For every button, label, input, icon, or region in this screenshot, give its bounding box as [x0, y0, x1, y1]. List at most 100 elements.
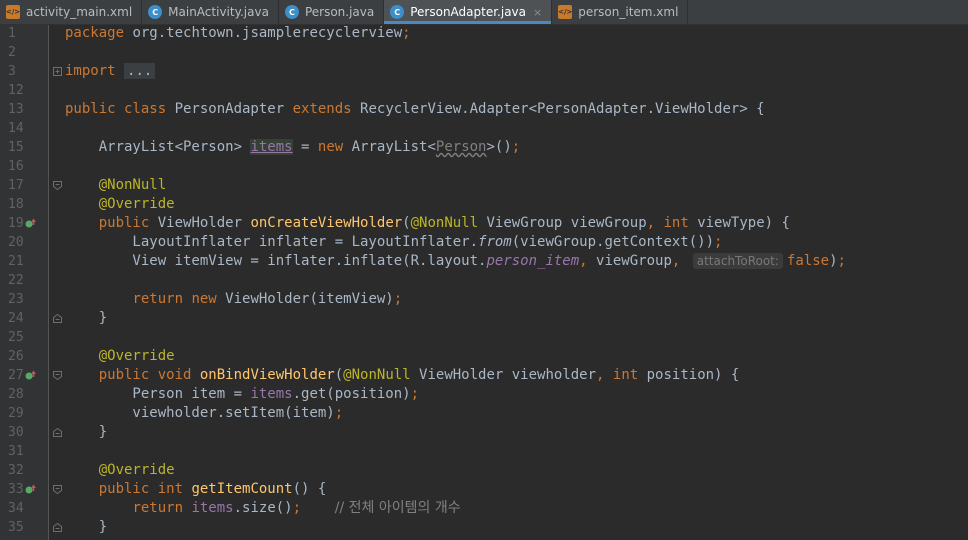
line-number[interactable]: 29 — [8, 404, 24, 423]
code-line[interactable]: 15 ArrayList<Person> items = new ArrayLi… — [0, 138, 968, 157]
code-text[interactable]: Person item = items.get(position); — [65, 385, 419, 404]
code-line[interactable]: 29 viewholder.setItem(item); — [0, 404, 968, 423]
line-number[interactable]: 33 — [8, 480, 24, 499]
line-number[interactable]: 26 — [8, 347, 24, 366]
code-line[interactable]: 34 return items.size(); // 전체 아이템의 개수 — [0, 499, 968, 518]
code-text[interactable]: public int getItemCount() { — [65, 480, 327, 499]
line-number[interactable]: 35 — [8, 518, 24, 537]
code-text[interactable]: @Override — [65, 195, 175, 214]
code-text[interactable]: } — [65, 518, 107, 537]
line-number[interactable]: 2 — [8, 43, 16, 62]
code-text[interactable]: ArrayList<Person> items = new ArrayList<… — [65, 138, 520, 157]
code-line[interactable]: 19 public ViewHolder onCreateViewHolder(… — [0, 214, 968, 233]
code-line[interactable]: 33 public int getItemCount() { — [0, 480, 968, 499]
line-number[interactable]: 22 — [8, 271, 24, 290]
code-line[interactable]: 2 — [0, 43, 968, 62]
tab-4[interactable]: </> person_item.xml — [552, 0, 689, 24]
code-text[interactable]: @NonNull — [65, 176, 166, 195]
code-token: , int — [646, 215, 698, 231]
code-line[interactable]: 3 import ... — [0, 62, 968, 81]
java-class-icon: C — [284, 5, 299, 19]
fold-collapse-icon[interactable] — [53, 485, 62, 494]
line-number[interactable]: 30 — [8, 423, 24, 442]
code-line[interactable]: 22 — [0, 271, 968, 290]
code-line[interactable]: 21 View itemView = inflater.inflate(R.la… — [0, 252, 968, 271]
line-number[interactable]: 23 — [8, 290, 24, 309]
line-number[interactable]: 14 — [8, 119, 24, 138]
line-number[interactable]: 16 — [8, 157, 24, 176]
tab-0[interactable]: </> activity_main.xml — [0, 0, 143, 24]
code-line[interactable]: 16 — [0, 157, 968, 176]
code-line[interactable]: 24 } — [0, 309, 968, 328]
line-number[interactable]: 25 — [8, 328, 24, 347]
fold-collapse-icon[interactable] — [53, 523, 62, 532]
code-line[interactable]: 14 — [0, 119, 968, 138]
code-text[interactable]: @Override — [65, 461, 175, 480]
line-number[interactable]: 24 — [8, 309, 24, 328]
code-text[interactable]: public void onBindViewHolder(@NonNull Vi… — [65, 366, 740, 385]
code-line[interactable]: 1 package org.techtown.jsamplerecyclervie… — [0, 24, 968, 43]
code-token: onBindViewHolder — [199, 367, 335, 383]
code-line[interactable]: 30 } — [0, 423, 968, 442]
fold-collapse-icon[interactable] — [53, 428, 62, 437]
code-line[interactable]: 25 — [0, 328, 968, 347]
fold-expand-icon[interactable] — [53, 67, 62, 76]
code-token: ( — [334, 367, 344, 383]
line-number[interactable]: 12 — [8, 81, 24, 100]
code-line[interactable]: 28 Person item = items.get(position); — [0, 385, 968, 404]
line-number[interactable]: 21 — [8, 252, 24, 271]
code-text[interactable]: package org.techtown.jsamplerecyclerview… — [65, 24, 411, 43]
code-text[interactable]: LayoutInflater inflater = LayoutInflater… — [65, 233, 722, 252]
code-line[interactable]: 35 } — [0, 518, 968, 537]
code-line[interactable]: 27 public void onBindViewHolder(@NonNull… — [0, 366, 968, 385]
code-token: @Override — [98, 348, 175, 364]
override-marker-icon[interactable] — [25, 484, 36, 495]
tab-label: Person.java — [304, 5, 375, 19]
line-number[interactable]: 34 — [8, 499, 24, 518]
line-number[interactable]: 3 — [8, 62, 16, 81]
line-number[interactable]: 20 — [8, 233, 24, 252]
code-token: = — [292, 139, 318, 155]
code-line[interactable]: 17 @NonNull — [0, 176, 968, 195]
line-number[interactable]: 27 — [8, 366, 24, 385]
fold-collapse-icon[interactable] — [53, 314, 62, 323]
code-text[interactable]: public ViewHolder onCreateViewHolder(@No… — [65, 214, 790, 233]
code-line[interactable]: 31 — [0, 442, 968, 461]
code-text[interactable]: public class PersonAdapter extends Recyc… — [65, 100, 765, 119]
code-text[interactable]: View itemView = inflater.inflate(R.layou… — [65, 252, 846, 271]
line-number[interactable]: 18 — [8, 195, 24, 214]
code-text[interactable]: import ... — [65, 62, 156, 81]
line-number[interactable]: 1 — [8, 24, 16, 43]
line-number[interactable]: 31 — [8, 442, 24, 461]
code-text[interactable]: return items.size(); // 전체 아이템의 개수 — [65, 499, 460, 518]
code-line[interactable]: 23 return new ViewHolder(itemView); — [0, 290, 968, 309]
line-number[interactable]: 15 — [8, 138, 24, 157]
code-line[interactable]: 26 @Override — [0, 347, 968, 366]
override-marker-icon[interactable] — [25, 370, 36, 381]
override-marker-icon[interactable] — [25, 218, 36, 229]
code-line[interactable]: 32 @Override — [0, 461, 968, 480]
xml-file-icon: </> — [6, 5, 20, 19]
line-number[interactable]: 17 — [8, 176, 24, 195]
code-text[interactable]: @Override — [65, 347, 175, 366]
code-text[interactable]: viewholder.setItem(item); — [65, 404, 343, 423]
fold-collapse-icon[interactable] — [53, 371, 62, 380]
line-number[interactable]: 13 — [8, 100, 24, 119]
tab-1[interactable]: C MainActivity.java — [142, 0, 279, 24]
code-line[interactable]: 13 public class PersonAdapter extends Rec… — [0, 100, 968, 119]
tab-2[interactable]: C Person.java — [279, 0, 385, 24]
line-number[interactable]: 28 — [8, 385, 24, 404]
tab-3[interactable]: C PersonAdapter.java × — [384, 0, 553, 24]
line-number[interactable]: 32 — [8, 461, 24, 480]
code-text[interactable]: return new ViewHolder(itemView); — [65, 290, 402, 309]
code-line[interactable]: 12 — [0, 81, 968, 100]
code-line[interactable]: 18 @Override — [0, 195, 968, 214]
code-text[interactable]: } — [65, 309, 107, 328]
code-text[interactable]: } — [65, 423, 107, 442]
code-line[interactable]: 20 LayoutInflater inflater = LayoutInfla… — [0, 233, 968, 252]
close-icon[interactable]: × — [533, 6, 542, 19]
code-token: viewGroup — [596, 253, 672, 269]
line-number[interactable]: 19 — [8, 214, 24, 233]
fold-collapse-icon[interactable] — [53, 181, 62, 190]
